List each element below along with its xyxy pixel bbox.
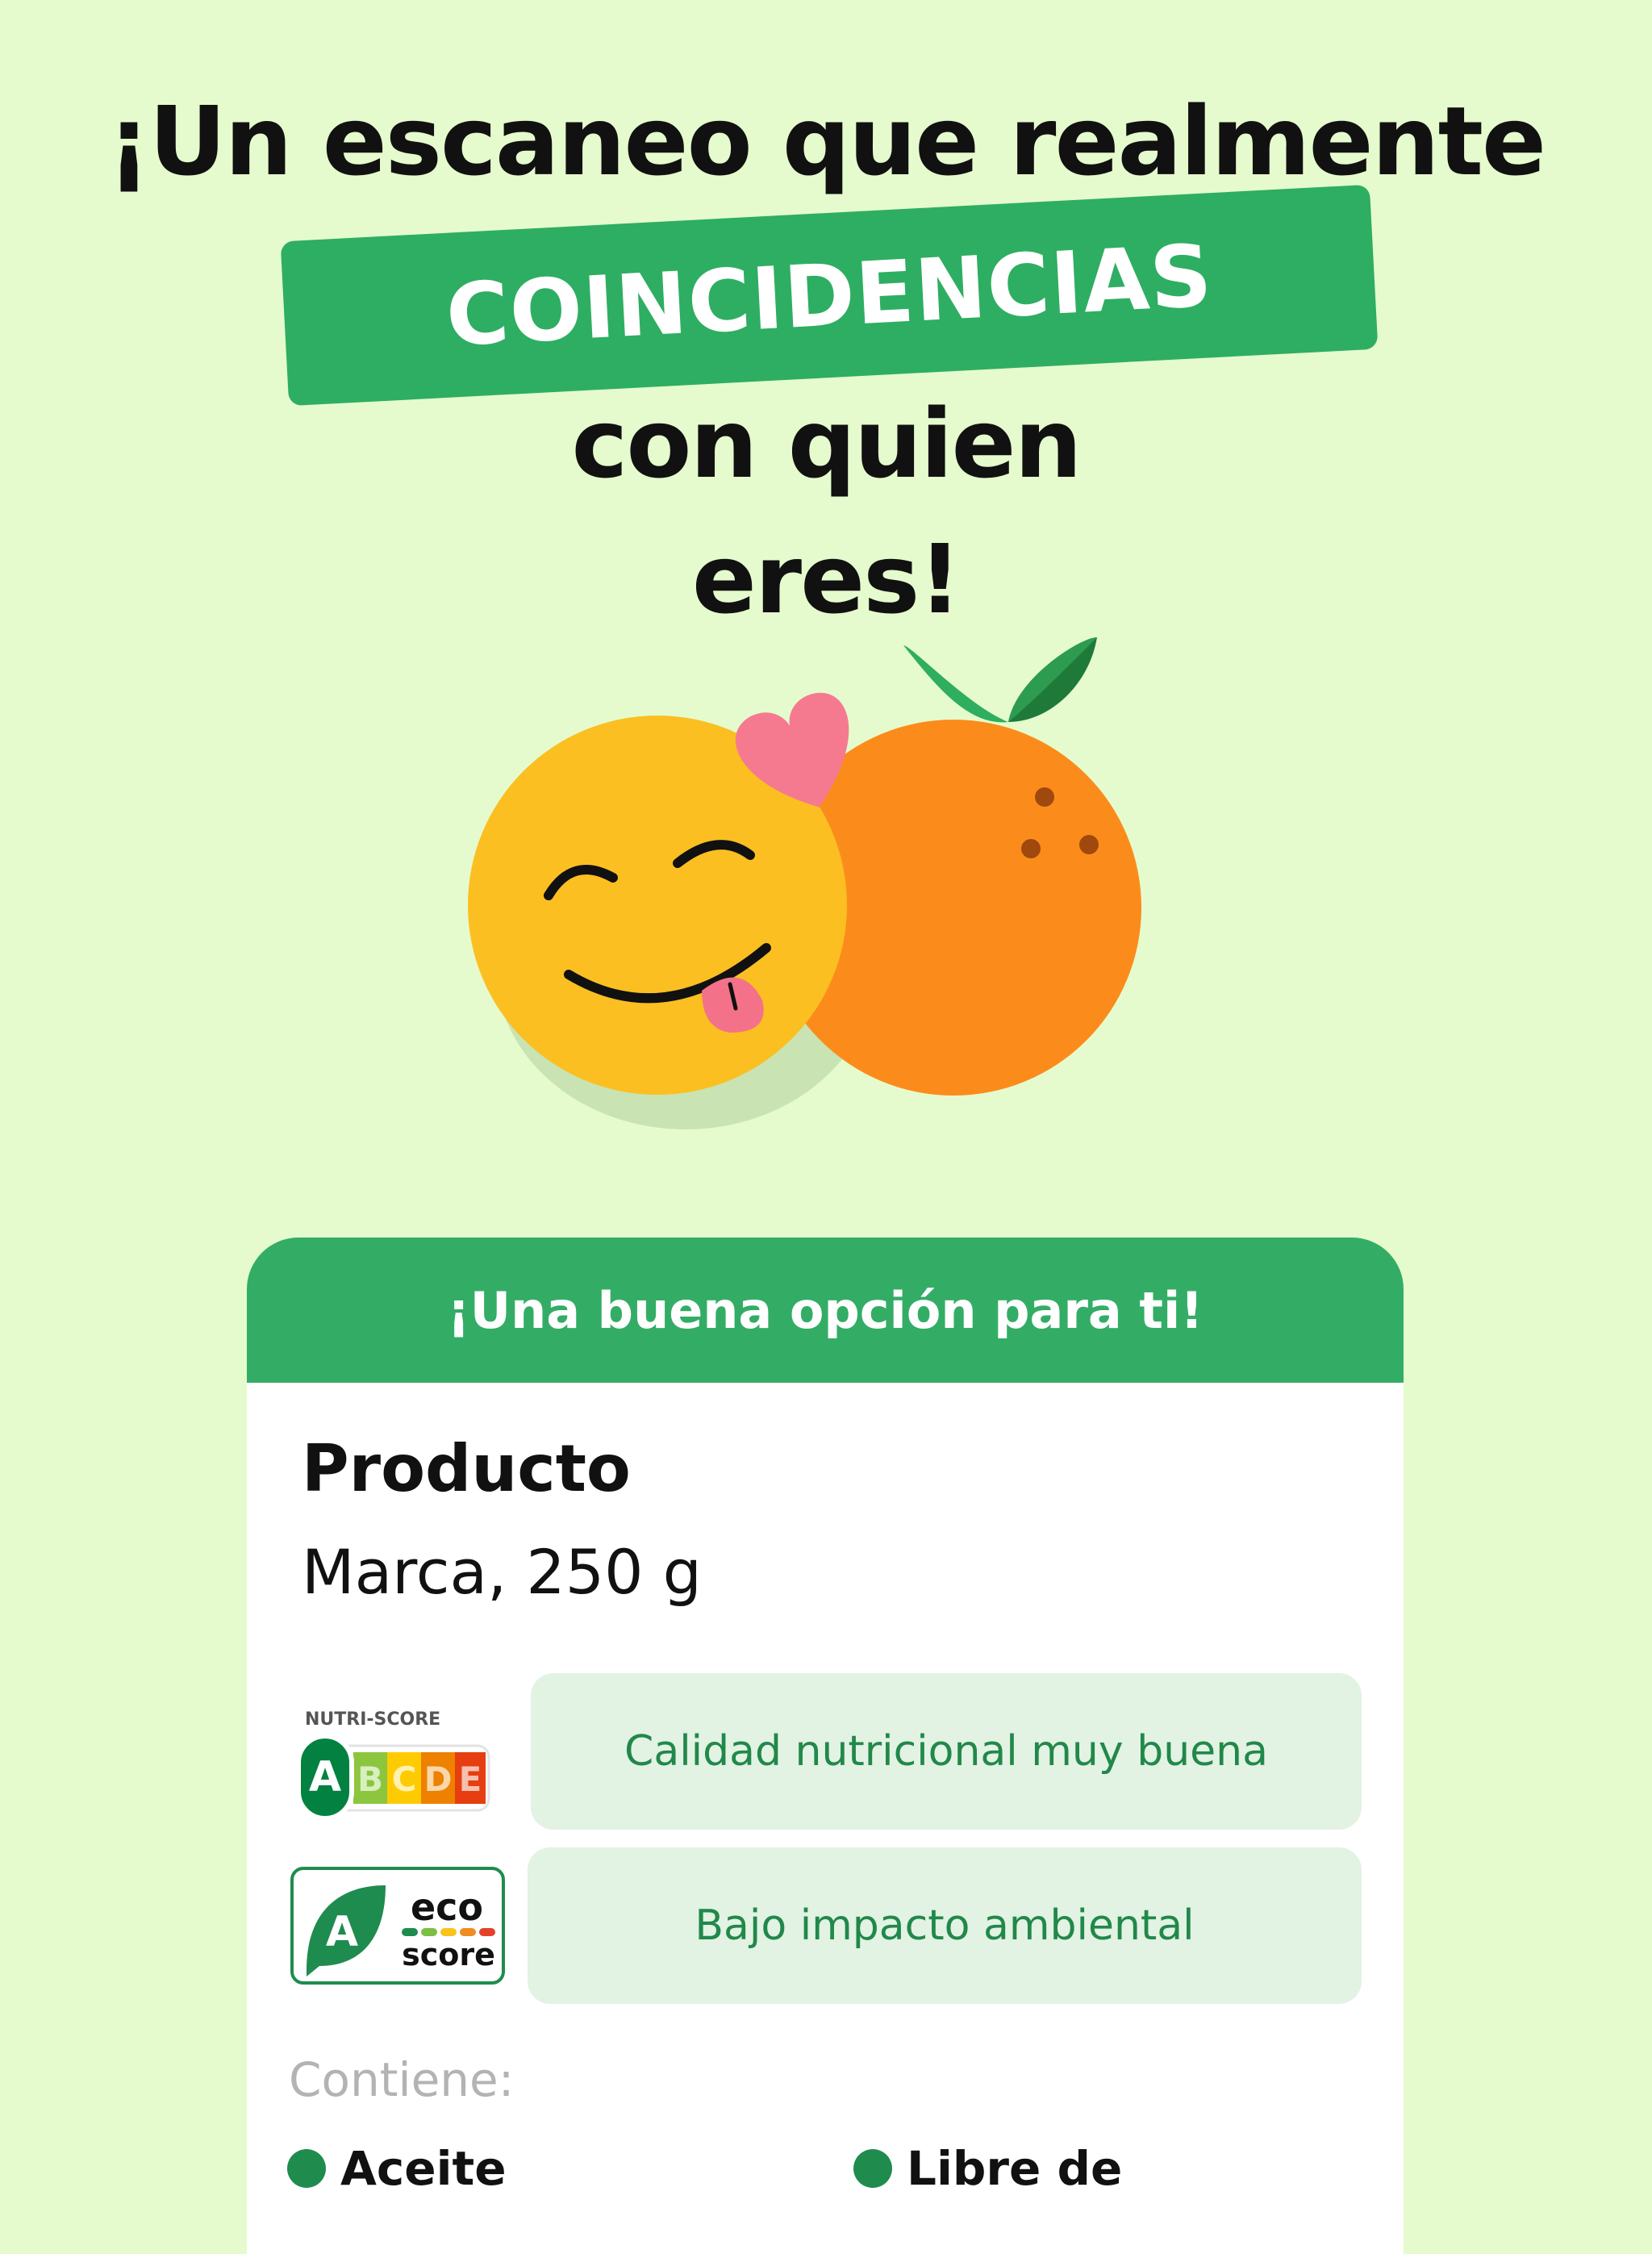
nutri-grade-e: E <box>459 1759 482 1799</box>
contains-label: Contiene: <box>289 2052 515 2107</box>
contains-tag: Libre de <box>853 2141 1122 2196</box>
headline-line-1: ¡Un escaneo que realmente <box>106 86 1546 197</box>
eco-word: eco <box>411 1885 483 1929</box>
tag-label: Aceite <box>340 2141 507 2196</box>
product-card[interactable]: ¡Una buena opción para ti! Producto Marc… <box>247 1238 1404 2254</box>
nutri-score-label: NUTRI-SCORE <box>305 1709 440 1730</box>
score-word: score <box>402 1937 495 1972</box>
nutri-grade-c: C <box>392 1759 417 1799</box>
eco-grade: A <box>326 1908 358 1956</box>
nutri-score-text: Calidad nutricional muy buena <box>624 1727 1268 1776</box>
eco-score-description: Bajo impacto ambiental <box>528 1847 1362 2004</box>
nutri-grade-d: D <box>424 1759 453 1799</box>
contains-tag: Aceite <box>287 2141 507 2196</box>
nutri-grade-a: A <box>309 1753 341 1801</box>
tag-dot-icon <box>853 2149 892 2188</box>
card-header: ¡Una buena opción para ti! <box>247 1238 1404 1383</box>
eco-score-text: Bajo impacto ambiental <box>695 1901 1195 1950</box>
headline-line-3: con quien <box>571 388 1082 499</box>
tag-dot-icon <box>287 2149 326 2188</box>
nutri-score-badge: NUTRI-SCORE B C D E A <box>296 1709 490 1821</box>
product-brand-weight: Marca, 250 g <box>302 1536 702 1608</box>
nutri-grade-b: B <box>357 1759 383 1799</box>
headline-line-4: eres! <box>691 524 962 635</box>
tag-label: Libre de <box>907 2141 1123 2196</box>
nutri-score-description: Calidad nutricional muy buena <box>531 1673 1362 1830</box>
eco-score-badge: A eco score <box>290 1867 505 1985</box>
product-name: Producto <box>302 1431 631 1506</box>
highlight-text: COINCIDENCIAS <box>443 225 1216 365</box>
smiley-and-orange-illustration <box>468 637 1141 1129</box>
highlight-banner: COINCIDENCIAS <box>280 184 1379 407</box>
